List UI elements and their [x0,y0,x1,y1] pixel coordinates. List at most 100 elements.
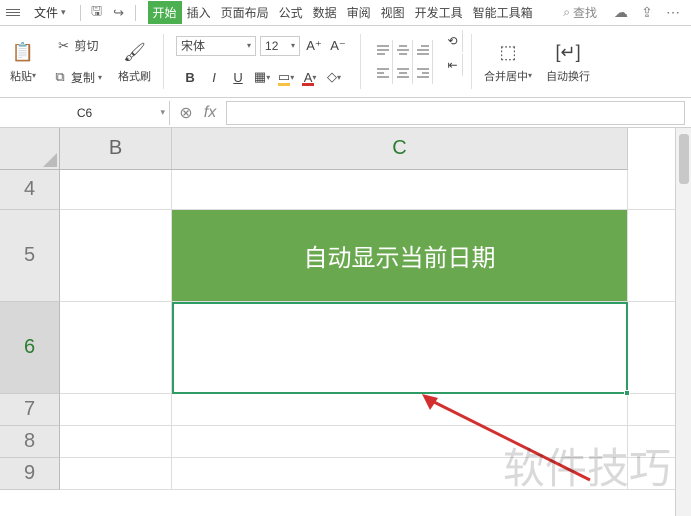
cell-b8[interactable] [60,426,172,457]
wrap-icon: [↵] [555,40,581,66]
align-bottom-icon[interactable] [413,40,433,62]
font-size-value: 12 [265,39,278,53]
name-box-value: C6 [77,106,92,120]
ribbon: 📋 粘贴▾ ✂ 剪切 ⧉ 复制▾ 🖌 格式刷 宋体▾ 12▾ A⁺ A⁻ B [0,26,691,98]
copy-button[interactable]: ⧉ 复制▾ [50,68,104,87]
share-icon[interactable]: ⇪ [635,4,659,21]
row-header-6[interactable]: 6 [0,302,60,394]
wrap-text-label: 自动换行 [546,68,590,84]
tab-review[interactable]: 审阅 [342,1,376,24]
cloud-icon[interactable]: ☁ [609,4,633,21]
column-header-b[interactable]: B [60,128,172,170]
copy-label: 复制 [71,69,95,86]
formula-input[interactable] [226,101,685,125]
search-placeholder: 查找 [573,4,597,21]
paste-button[interactable]: 📋 粘贴▾ [6,30,40,93]
menu-bar: 文件 ▾ 🖫 ↪ 开始 插入 页面布局 公式 数据 审阅 视图 开发工具 智能工… [0,0,691,26]
row-header-9[interactable]: 9 [0,458,60,490]
merge-icon: ⬚ [495,40,521,66]
cut-label: 剪切 [75,37,99,54]
cell-c6[interactable] [172,302,628,393]
tab-formulas[interactable]: 公式 [274,1,308,24]
cell-c5-text: 自动显示当前日期 [304,238,496,273]
increase-font-icon[interactable]: A⁺ [304,36,324,56]
merge-center-label: 合并居中 [484,68,528,84]
font-size-select[interactable]: 12▾ [260,36,300,56]
column-headers: B C [60,128,675,170]
tab-data[interactable]: 数据 [308,1,342,24]
align-left-icon[interactable] [373,62,393,84]
cell-b9[interactable] [60,458,172,489]
ribbon-tabs: 开始 插入 页面布局 公式 数据 审阅 视图 开发工具 智能工具箱 [148,1,538,24]
format-painter-label: 格式刷 [118,68,151,84]
underline-button[interactable]: U [228,67,248,87]
cell-b6[interactable] [60,302,172,393]
italic-button[interactable]: I [204,67,224,87]
tab-page-layout[interactable]: 页面布局 [216,1,274,24]
font-group: 宋体▾ 12▾ A⁺ A⁻ B I U ▦▾ ▭▾ A▾ ◇▾ [172,30,352,93]
tab-smart-tools[interactable]: 智能工具箱 [468,1,538,24]
search-icon: ⌕ [563,5,570,20]
separator [135,5,136,21]
align-top-icon[interactable] [373,40,393,62]
cell-b7[interactable] [60,394,172,425]
column-header-c[interactable]: C [172,128,628,170]
tab-developer[interactable]: 开发工具 [410,1,468,24]
merge-center-button[interactable]: ⬚ 合并居中▾ [480,30,536,93]
align-center-icon[interactable] [393,62,413,84]
cell-b5[interactable] [60,210,172,301]
cell-c8[interactable] [172,426,628,457]
fill-color-button[interactable]: ▭▾ [276,67,296,87]
cell-c9[interactable] [172,458,628,489]
font-color-button[interactable]: A▾ [300,67,320,87]
cell-c4[interactable] [172,170,628,209]
separator [80,5,81,21]
align-middle-icon[interactable] [393,40,413,62]
scrollbar-thumb[interactable] [679,134,689,184]
file-menu-label: 文件 [34,4,58,21]
row-header-4[interactable]: 4 [0,170,60,210]
tab-insert[interactable]: 插入 [182,1,216,24]
cells[interactable]: 自动显示当前日期 [60,170,675,516]
orientation-icon[interactable]: ⟲ [443,30,463,52]
grid[interactable]: B C 4 5 6 7 8 9 自动显示当前日期 [0,128,675,516]
indent-icon[interactable]: ⇤ [443,54,463,76]
cell-c7[interactable] [172,394,628,425]
select-all-corner[interactable] [0,128,60,170]
menu-icon[interactable] [6,9,20,16]
cancel-icon[interactable]: ⊗ [174,103,198,123]
tab-view[interactable]: 视图 [376,1,410,24]
wrap-text-button[interactable]: [↵] 自动换行 [542,30,594,93]
cell-b4[interactable] [60,170,172,209]
redo-icon[interactable]: ↪ [109,3,129,23]
worksheet-area: B C 4 5 6 7 8 9 自动显示当前日期 [0,128,691,516]
row-headers: 4 5 6 7 8 9 [0,170,60,516]
row-header-5[interactable]: 5 [0,210,60,302]
font-name-value: 宋体 [181,37,205,54]
clear-format-button[interactable]: ◇▾ [324,67,344,87]
font-name-select[interactable]: 宋体▾ [176,36,256,56]
border-button[interactable]: ▦▾ [252,67,272,87]
cell-c5[interactable]: 自动显示当前日期 [172,210,628,301]
name-box[interactable]: C6 ▾ [0,101,170,125]
search-box[interactable]: ⌕ 查找 [563,4,597,21]
tab-home[interactable]: 开始 [148,1,182,24]
format-painter-button[interactable]: 🖌 格式刷 [114,30,155,93]
scissors-icon: ✂ [56,38,72,54]
bold-button[interactable]: B [180,67,200,87]
file-menu[interactable]: 文件 ▾ [26,2,74,23]
row-header-8[interactable]: 8 [0,426,60,458]
caret-down-icon: ▾ [61,7,66,18]
save-icon[interactable]: 🖫 [87,3,107,23]
indent-group: ⟲ ⇤ [443,30,463,93]
copy-icon: ⧉ [52,69,68,85]
vertical-scrollbar[interactable] [675,128,691,516]
more-icon[interactable]: ⋯ [661,4,685,21]
row-header-7[interactable]: 7 [0,394,60,426]
clipboard-group: ✂ 剪切 ⧉ 复制▾ [46,30,108,93]
brush-icon: 🖌 [122,40,148,66]
fx-icon[interactable]: fx [198,104,222,122]
cut-button[interactable]: ✂ 剪切 [54,36,101,55]
align-right-icon[interactable] [413,62,433,84]
decrease-font-icon[interactable]: A⁻ [328,36,348,56]
